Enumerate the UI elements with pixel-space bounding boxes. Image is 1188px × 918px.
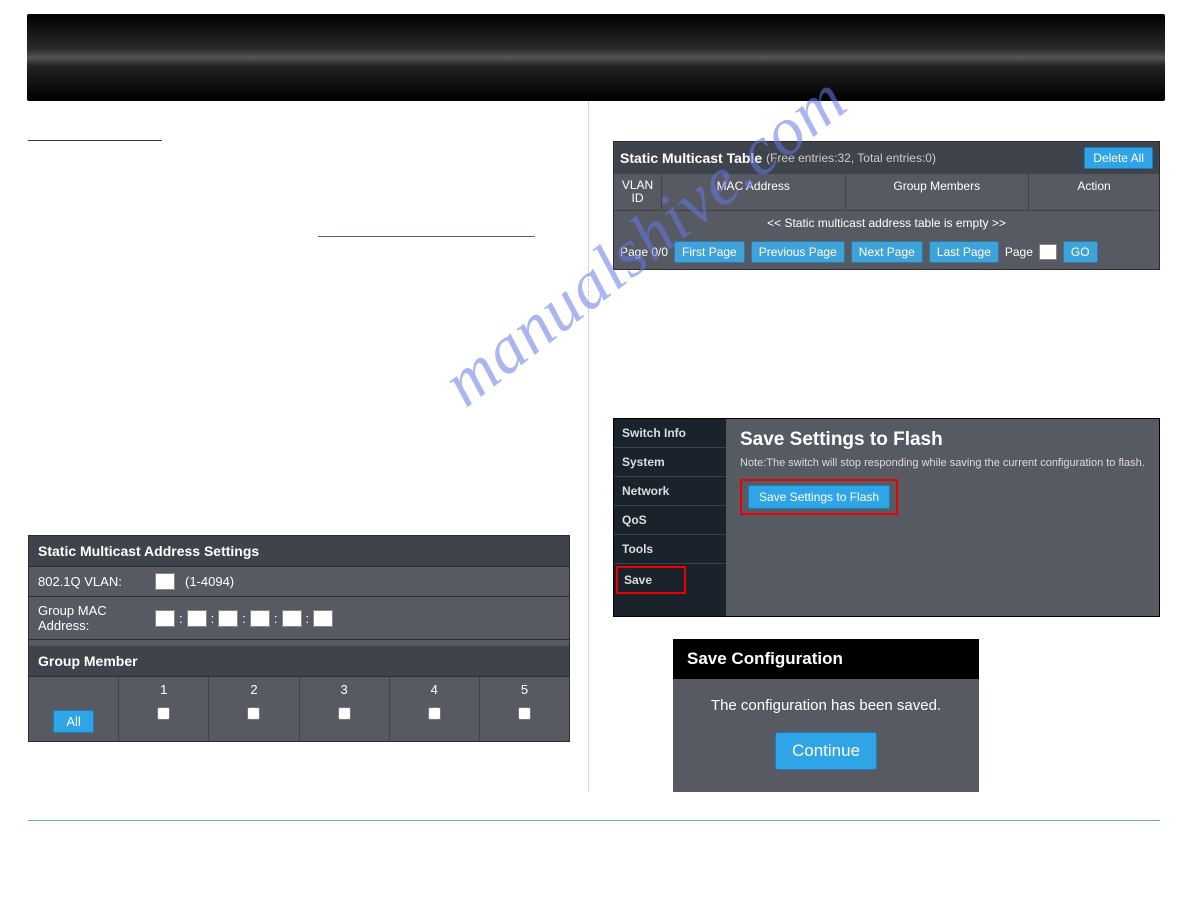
mac-octet-6[interactable]	[313, 610, 333, 627]
port-header-3: 3	[300, 677, 390, 702]
page-input[interactable]	[1039, 244, 1057, 260]
save-flash-panel: Switch Info System Network QoS Tools Sav…	[613, 418, 1160, 617]
table-empty-message: << Static multicast address table is emp…	[614, 210, 1159, 235]
side-nav: Switch Info System Network QoS Tools Sav…	[614, 419, 726, 616]
port-5-checkbox[interactable]	[518, 707, 531, 720]
col-vlan-id: VLAN ID	[614, 174, 662, 210]
port-header-2: 2	[209, 677, 299, 702]
mac-octet-3[interactable]	[218, 610, 238, 627]
col-mac-address: MAC Address	[662, 174, 846, 210]
mac-octet-4[interactable]	[250, 610, 270, 627]
port-header-5: 5	[480, 677, 569, 702]
go-button[interactable]: GO	[1063, 241, 1098, 263]
group-member-title: Group Member	[29, 640, 569, 677]
mac-label: Group MAC Address:	[29, 597, 155, 639]
smt-title: Static Multicast Table	[620, 150, 762, 166]
nav-network[interactable]: Network	[614, 477, 726, 506]
breadcrumb-underline	[318, 235, 535, 237]
vlan-label: 802.1Q VLAN:	[29, 568, 155, 595]
previous-page-button[interactable]: Previous Page	[751, 241, 845, 263]
all-button[interactable]: All	[53, 710, 93, 733]
static-multicast-settings-panel: Static Multicast Address Settings 802.1Q…	[28, 535, 570, 742]
nav-switch-info[interactable]: Switch Info	[614, 419, 726, 448]
mac-octet-5[interactable]	[282, 610, 302, 627]
port-3-checkbox[interactable]	[338, 707, 351, 720]
save-configuration-dialog: Save Configuration The configuration has…	[673, 639, 979, 792]
port-header-4: 4	[390, 677, 480, 702]
page-word: Page	[1005, 245, 1033, 259]
top-banner	[27, 14, 1165, 101]
saveconf-title: Save Configuration	[673, 639, 979, 679]
flash-note: Note:The switch will stop responding whi…	[740, 457, 1145, 469]
save-settings-button[interactable]: Save Settings to Flash	[748, 485, 890, 509]
port-2-checkbox[interactable]	[247, 707, 260, 720]
first-page-button[interactable]: First Page	[674, 241, 745, 263]
footer-rule	[28, 820, 1160, 821]
port-4-checkbox[interactable]	[428, 707, 441, 720]
flash-title: Save Settings to Flash	[740, 429, 1145, 451]
smt-stats: (Free entries:32, Total entries:0)	[766, 151, 1084, 165]
nav-system[interactable]: System	[614, 448, 726, 477]
section-underline	[28, 127, 162, 141]
vlan-input[interactable]	[155, 573, 175, 590]
static-multicast-table-panel: Static Multicast Table (Free entries:32,…	[613, 141, 1160, 270]
port-1-checkbox[interactable]	[157, 707, 170, 720]
panel-title: Static Multicast Address Settings	[29, 536, 569, 567]
saveconf-message: The configuration has been saved.	[683, 697, 969, 714]
next-page-button[interactable]: Next Page	[851, 241, 923, 263]
nav-save[interactable]: Save	[616, 566, 686, 594]
continue-button[interactable]: Continue	[775, 732, 877, 770]
vlan-range: (1-4094)	[185, 574, 234, 589]
nav-qos[interactable]: QoS	[614, 506, 726, 535]
port-header-blank	[29, 677, 119, 702]
mac-octet-1[interactable]	[155, 610, 175, 627]
right-column: Static Multicast Table (Free entries:32,…	[588, 101, 1160, 792]
mac-field: : : : : :	[155, 604, 569, 633]
left-column: Static Multicast Address Settings 802.1Q…	[28, 101, 588, 792]
page-indicator: Page 0/0	[620, 245, 668, 259]
last-page-button[interactable]: Last Page	[929, 241, 999, 263]
delete-all-button[interactable]: Delete All	[1084, 147, 1153, 169]
nav-tools[interactable]: Tools	[614, 535, 726, 564]
port-header-1: 1	[119, 677, 209, 702]
flash-button-highlight: Save Settings to Flash	[740, 479, 898, 515]
col-group-members: Group Members	[846, 174, 1030, 210]
col-action: Action	[1029, 174, 1159, 210]
mac-octet-2[interactable]	[187, 610, 207, 627]
